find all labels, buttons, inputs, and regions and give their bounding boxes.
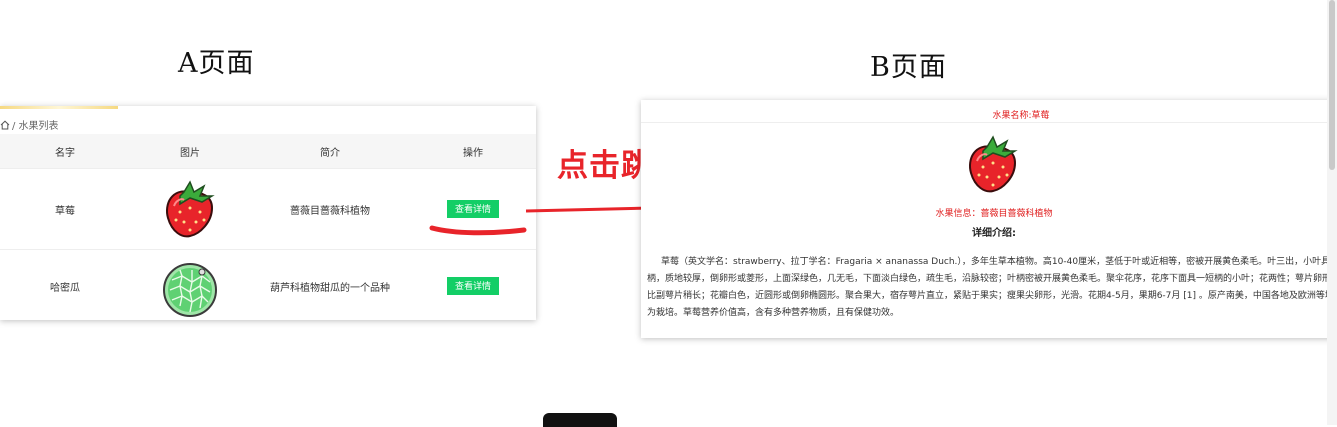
- fruit-name: 草莓: [55, 205, 75, 217]
- header-name: 名字: [55, 147, 75, 159]
- table-row: 哈密瓜 葫芦科植物甜瓜的一个品种 查看详情: [0, 250, 536, 320]
- table-row: 草莓 蔷薇目蔷薇科植物 查看详情: [0, 169, 536, 250]
- home-icon[interactable]: [0, 120, 10, 130]
- detail-description: 草莓（英文学名：strawberry、拉丁学名：Fragaria × anana…: [647, 257, 1337, 318]
- fruit-image: [130, 169, 250, 249]
- fruit-info: 水果信息：蔷薇目蔷薇科植物: [935, 209, 1053, 219]
- action-cell: 查看详情: [410, 169, 536, 249]
- header-image: 图片: [180, 147, 200, 159]
- caption-page-b: B页面: [870, 52, 947, 83]
- melon-image: [163, 263, 217, 317]
- header-intro: 简介: [320, 147, 340, 159]
- detail-title: 水果名称:草莓: [992, 111, 1050, 121]
- view-detail-button[interactable]: 查看详情: [447, 277, 499, 295]
- scrollbar-thumb[interactable]: [1329, 0, 1335, 170]
- fruit-image: [130, 250, 250, 320]
- breadcrumb: / 水果列表: [0, 117, 59, 132]
- action-cell: 查看详情: [410, 250, 536, 320]
- strawberry-detail-image: [969, 135, 1018, 193]
- fruit-table: 名字 图片 简介 操作 草莓 蔷薇目蔷薇科植物 查看详情 哈密瓜 葫芦科植物甜瓜…: [0, 134, 536, 320]
- fruit-intro: 葫芦科植物甜瓜的一个品种: [270, 282, 390, 294]
- page-b-screenshot: 水果名称:草莓 水果信息：蔷薇目蔷薇科植物 详细介绍: 草莓（英文学名：stra…: [641, 100, 1337, 338]
- view-detail-button[interactable]: 查看详情: [447, 200, 499, 218]
- table-header: 名字 图片 简介 操作: [0, 134, 536, 169]
- caption-page-a: A页面: [178, 48, 255, 79]
- divider: [641, 122, 1337, 123]
- page-a-screenshot: / 水果列表 名字 图片 简介 操作 草莓 蔷薇目蔷薇科植物 查看详情 哈密瓜 …: [0, 106, 536, 320]
- fruit-name: 哈密瓜: [50, 282, 80, 294]
- strawberry-image: [166, 180, 215, 238]
- top-strip: [0, 106, 118, 109]
- fruit-intro: 蔷薇目蔷薇科植物: [290, 205, 370, 217]
- header-action: 操作: [463, 147, 483, 159]
- detail-subtitle: 详细介绍:: [972, 228, 1016, 239]
- breadcrumb-label[interactable]: / 水果列表: [12, 117, 59, 132]
